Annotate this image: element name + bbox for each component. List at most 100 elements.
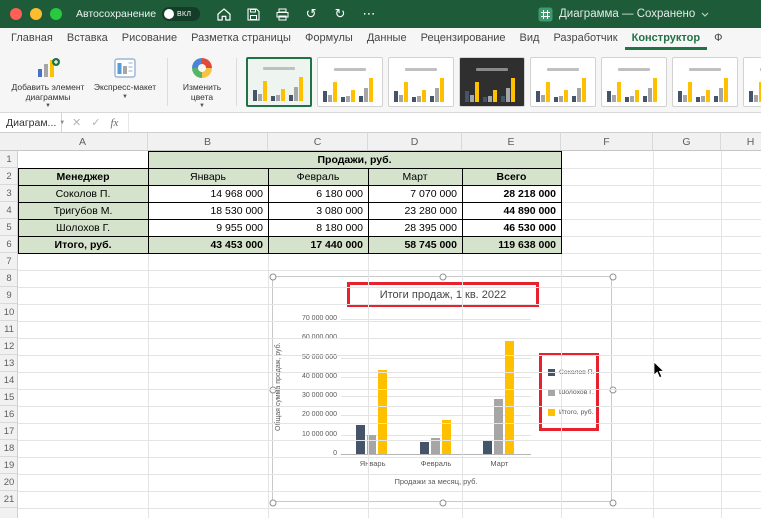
row-header-12[interactable]: 12 [0, 338, 17, 355]
redo-icon[interactable]: ↻ [332, 6, 348, 22]
tab-Вставка[interactable]: Вставка [60, 28, 115, 50]
chart-style-2[interactable] [317, 57, 383, 107]
row-header-15[interactable]: 15 [0, 389, 17, 406]
tab-Формулы[interactable]: Формулы [298, 28, 360, 50]
column-header-B[interactable]: B [148, 133, 268, 150]
chart-bar[interactable] [441, 420, 451, 454]
tab-Ф[interactable]: Ф [707, 28, 729, 50]
value-cell[interactable]: 8 180 000 [268, 219, 368, 236]
row-header-5[interactable]: 5 [0, 219, 17, 236]
home-icon[interactable] [216, 6, 232, 22]
x-axis-title[interactable]: Продажи за месяц, руб. [341, 477, 531, 486]
row-header-20[interactable]: 20 [0, 474, 17, 491]
chart-bar[interactable] [504, 340, 514, 454]
column-header-A[interactable]: A [18, 133, 148, 150]
column-header-G[interactable]: G [653, 133, 721, 150]
row-header-8[interactable]: 8 [0, 270, 17, 287]
chart-resize-handle[interactable] [439, 499, 447, 507]
column-header-F[interactable]: F [561, 133, 653, 150]
value-cell[interactable]: 23 280 000 [368, 202, 462, 219]
table-header-cell[interactable]: Февраль [268, 168, 368, 185]
total-value-cell[interactable]: 58 745 000 [368, 236, 462, 253]
chart-resize-handle[interactable] [609, 273, 617, 281]
autosave-toggle[interactable]: ВКЛ [162, 7, 201, 21]
value-cell[interactable]: 6 180 000 [268, 185, 368, 202]
chart-style-7[interactable] [672, 57, 738, 107]
total-value-cell[interactable]: 17 440 000 [268, 236, 368, 253]
row-header-2[interactable]: 2 [0, 168, 17, 185]
chart-title[interactable]: Итоги продаж, 1 кв. 2022 [380, 289, 507, 301]
column-header-H[interactable]: H [721, 133, 761, 150]
chart-bar[interactable] [493, 399, 503, 454]
row-header-16[interactable]: 16 [0, 406, 17, 423]
row-header-4[interactable]: 4 [0, 202, 17, 219]
row-header-14[interactable]: 14 [0, 372, 17, 389]
chart-style-6[interactable] [601, 57, 667, 107]
value-cell[interactable]: 14 968 000 [148, 185, 268, 202]
chart-resize-handle[interactable] [269, 386, 277, 394]
row-header-17[interactable]: 17 [0, 423, 17, 440]
table-header-cell[interactable]: Март [368, 168, 462, 185]
tab-Разметка страницы[interactable]: Разметка страницы [184, 28, 298, 50]
row-header-19[interactable]: 19 [0, 457, 17, 474]
table-title-cell[interactable]: Продажи, руб. [148, 151, 561, 168]
row-header-6[interactable]: 6 [0, 236, 17, 253]
value-cell[interactable]: 18 530 000 [148, 202, 268, 219]
value-cell[interactable]: 28 395 000 [368, 219, 462, 236]
chart-style-1[interactable] [246, 57, 312, 107]
manager-name-cell[interactable]: Соколов П. [18, 185, 148, 202]
chart-resize-handle[interactable] [439, 273, 447, 281]
quick-layout-button[interactable]: Экспресс-макет ▼ [88, 54, 162, 110]
close-button[interactable] [10, 8, 22, 20]
tab-Главная[interactable]: Главная [4, 28, 60, 50]
chart-resize-handle[interactable] [609, 386, 617, 394]
column-header-E[interactable]: E [462, 133, 561, 150]
chart-style-4[interactable] [459, 57, 525, 107]
value-cell[interactable]: 28 218 000 [462, 185, 561, 202]
total-label-cell[interactable]: Итого, руб. [18, 236, 148, 253]
table-header-cell[interactable]: Всего [462, 168, 561, 185]
total-value-cell[interactable]: 119 638 000 [462, 236, 561, 253]
table-header-cell[interactable]: Январь [148, 168, 268, 185]
table-header-cell[interactable]: Менеджер [18, 168, 148, 185]
column-header-C[interactable]: C [268, 133, 368, 150]
minimize-button[interactable] [30, 8, 42, 20]
value-cell[interactable]: 7 070 000 [368, 185, 462, 202]
total-value-cell[interactable]: 43 453 000 [148, 236, 268, 253]
row-header-1[interactable]: 1 [0, 151, 17, 168]
chart-style-3[interactable] [388, 57, 454, 107]
add-chart-element-button[interactable]: Добавить элемент диаграммы ▼ [8, 54, 88, 110]
manager-name-cell[interactable]: Тригубов М. [18, 202, 148, 219]
enter-icon[interactable]: ✓ [91, 116, 100, 129]
row-header-7[interactable]: 7 [0, 253, 17, 270]
name-box[interactable]: Диаграм... ▼ [0, 112, 65, 133]
tab-Рецензирование[interactable]: Рецензирование [414, 28, 513, 50]
chart-resize-handle[interactable] [269, 273, 277, 281]
row-header-18[interactable]: 18 [0, 440, 17, 457]
more-actions-icon[interactable]: ⋯ [361, 6, 377, 22]
value-cell[interactable]: 3 080 000 [268, 202, 368, 219]
save-icon[interactable] [245, 6, 261, 22]
chart-style-5[interactable] [530, 57, 596, 107]
tab-Конструктор[interactable]: Конструктор [624, 28, 708, 50]
row-header-10[interactable]: 10 [0, 304, 17, 321]
y-axis-title[interactable]: Общая сумма продаж, руб. [275, 319, 287, 454]
row-header-11[interactable]: 11 [0, 321, 17, 338]
print-icon[interactable] [274, 6, 290, 22]
fx-icon[interactable]: fx [110, 117, 118, 129]
value-cell[interactable]: 46 530 000 [462, 219, 561, 236]
column-header-D[interactable]: D [368, 133, 462, 150]
chart-bar[interactable] [482, 440, 492, 454]
grid-area[interactable]: Итоги продаж, 1 кв. 2022 Общая сумма про… [18, 151, 761, 518]
row-header-9[interactable]: 9 [0, 287, 17, 304]
legend-entry[interactable]: Итого, руб. [548, 408, 596, 416]
chart-bar[interactable] [378, 370, 388, 454]
tab-Данные[interactable]: Данные [360, 28, 414, 50]
cancel-icon[interactable]: ✕ [72, 116, 81, 129]
chart-style-8[interactable] [743, 57, 761, 107]
undo-icon[interactable]: ↺ [303, 6, 319, 22]
chart-resize-handle[interactable] [269, 499, 277, 507]
tab-Разработчик[interactable]: Разработчик [546, 28, 624, 50]
row-header-21[interactable]: 21 [0, 491, 17, 508]
tab-Рисование[interactable]: Рисование [115, 28, 184, 50]
